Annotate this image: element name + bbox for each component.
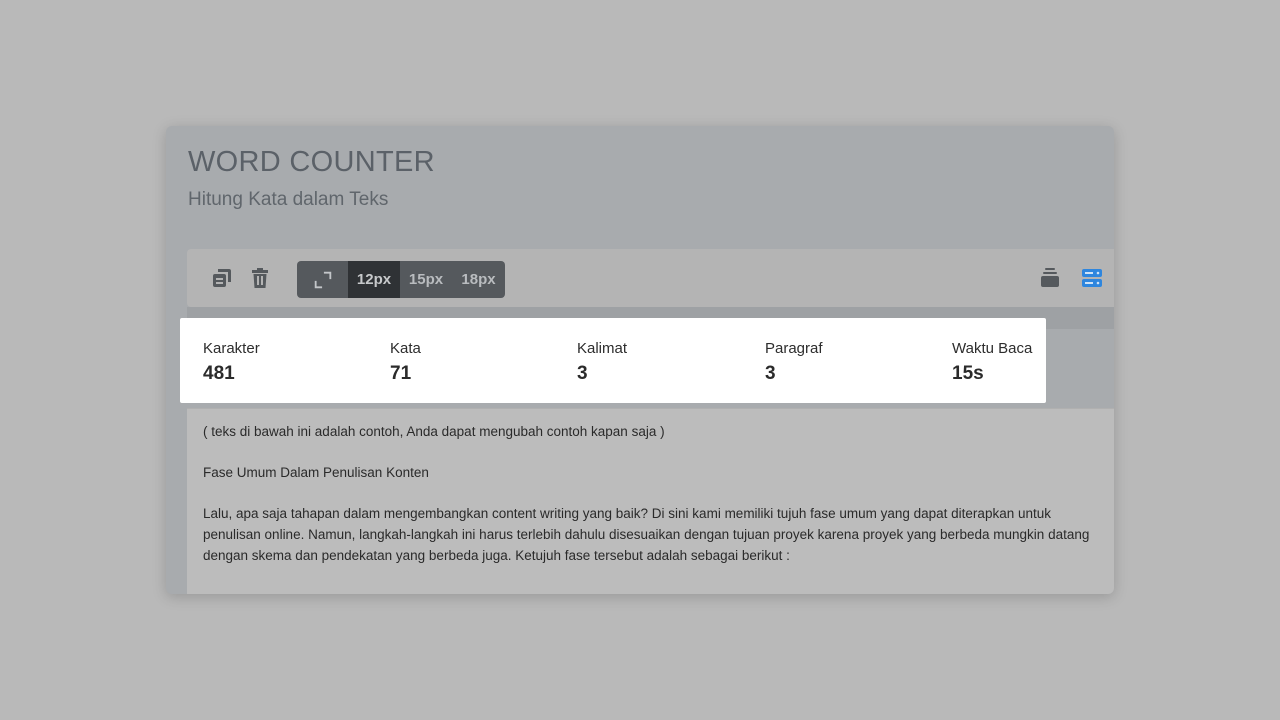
- word-counter-card: WORD COUNTER Hitung Kata dalam Teks 12px…: [166, 126, 1114, 594]
- text-paragraph: Lalu, apa saja tahapan dalam mengembangk…: [203, 506, 1090, 563]
- stat-value: 3: [765, 363, 776, 384]
- expand-icon: [314, 271, 331, 288]
- stat-label: Paragraf: [765, 340, 823, 357]
- trash-icon[interactable]: [248, 266, 272, 290]
- stat-label: Waktu Baca: [952, 340, 1033, 357]
- text-paragraph: ( teks di bawah ini adalah contoh, Anda …: [203, 424, 665, 439]
- font-size-15-button[interactable]: 15px: [400, 261, 452, 298]
- page-title: WORD COUNTER: [188, 146, 435, 178]
- stat-label: Kata: [390, 340, 421, 357]
- server-icon[interactable]: [1080, 266, 1104, 290]
- stat-label: Kalimat: [577, 340, 628, 357]
- stat-value: 481: [203, 363, 235, 384]
- stats-panel: Karakter 481 Kata 71 Kalimat 3 Paragraf …: [180, 318, 1046, 403]
- stack-icon[interactable]: [1038, 266, 1062, 290]
- stat-waktu-baca: Waktu Baca 15s: [952, 340, 1032, 385]
- font-size-group: 12px 15px 18px: [297, 261, 505, 298]
- stat-value: 3: [577, 363, 588, 384]
- text-editor[interactable]: ( teks di bawah ini adalah contoh, Anda …: [187, 408, 1114, 594]
- stat-paragraf: Paragraf 3: [765, 340, 823, 385]
- expand-button[interactable]: [297, 261, 348, 298]
- stat-karakter: Karakter 481: [203, 340, 260, 385]
- toolbar: 12px 15px 18px: [187, 249, 1114, 307]
- stat-value: 71: [390, 363, 412, 384]
- stat-kalimat: Kalimat 3: [577, 340, 627, 385]
- font-size-18-button[interactable]: 18px: [452, 261, 505, 298]
- stat-kata: Kata 71: [390, 340, 421, 385]
- stat-value: 15s: [952, 363, 984, 384]
- text-paragraph: Fase Umum Dalam Penulisan Konten: [203, 465, 429, 480]
- stat-label: Karakter: [203, 340, 260, 357]
- font-size-12-button[interactable]: 12px: [348, 261, 400, 298]
- page-subtitle: Hitung Kata dalam Teks: [188, 189, 389, 210]
- copy-icon[interactable]: [210, 266, 234, 290]
